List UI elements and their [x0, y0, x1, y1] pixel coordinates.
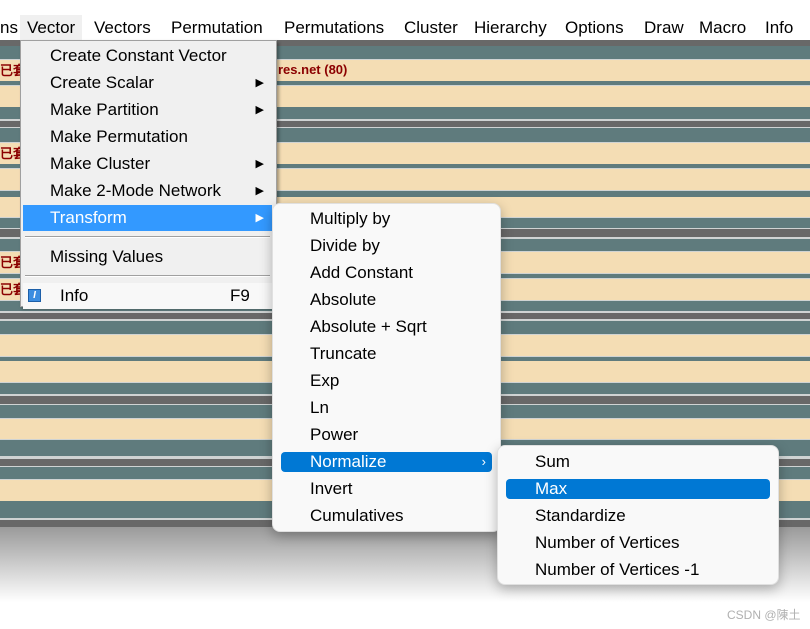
label: Power [310, 425, 359, 444]
menu-permutations[interactable]: Permutations [277, 15, 391, 40]
separator [25, 236, 270, 238]
menu-item-sum[interactable]: Sum [506, 452, 770, 472]
label: Standardize [535, 506, 626, 525]
label: Normalize [310, 452, 387, 471]
label: Missing Values [50, 247, 164, 266]
menu-options[interactable]: Options [558, 15, 631, 40]
chevron-right-icon: › [481, 454, 486, 469]
label: Exp [310, 371, 340, 390]
row-text: res.net (80) [278, 62, 348, 77]
menu-item-create-constant-vector[interactable]: Create Constant Vector [23, 43, 272, 69]
menu-item-ln[interactable]: Ln [281, 398, 492, 418]
menu-item-create-scalar[interactable]: Create Scalar ▶ [23, 70, 272, 96]
label: Create Scalar [50, 73, 154, 92]
menu-item-number-of-vertices[interactable]: Number of Vertices [506, 533, 770, 553]
label: Absolute [310, 290, 377, 309]
label: Divide by [310, 236, 380, 255]
submenu-arrow-icon: ▶ [255, 158, 264, 170]
submenu-arrow-icon: ▶ [255, 212, 264, 224]
menu-permutation[interactable]: Permutation [164, 15, 270, 40]
submenu-arrow-icon: ▶ [255, 104, 264, 116]
menu-draw[interactable]: Draw [637, 15, 691, 40]
menu-item-transform[interactable]: Transform ▶ [23, 205, 272, 231]
menu-vector[interactable]: Vector [20, 15, 83, 40]
menu-item-standardize[interactable]: Standardize [506, 506, 770, 526]
label: Make 2-Mode Network [50, 181, 222, 200]
label: Create Constant Vector [50, 46, 227, 65]
label: Truncate [310, 344, 377, 363]
menu-item-invert[interactable]: Invert [281, 479, 492, 499]
label: Ln [310, 398, 329, 417]
label: Number of Vertices -1 [535, 560, 700, 579]
submenu-arrow-icon: ▶ [255, 77, 264, 89]
menu-item-missing-values[interactable]: Missing Values [23, 244, 272, 270]
label: Info [60, 286, 89, 305]
menu-vectors[interactable]: Vectors [87, 15, 158, 40]
separator [25, 275, 270, 277]
label: Absolute + Sqrt [310, 317, 427, 336]
menu-item-info[interactable]: I Info F9 [23, 283, 272, 309]
transform-submenu: Multiply by Divide by Add Constant Absolute… [272, 203, 501, 532]
menu-item-max[interactable]: Max [506, 479, 770, 499]
menu-item-add-constant[interactable]: Add Constant [281, 263, 492, 283]
label: Make Cluster [50, 154, 151, 173]
menu-item-exp[interactable]: Exp [281, 371, 492, 391]
menu-cluster[interactable]: Cluster [397, 15, 465, 40]
label: Multiply by [310, 209, 391, 228]
menu-item-absolute-sqrt[interactable]: Absolute + Sqrt [281, 317, 492, 337]
menu-macro[interactable]: Macro [692, 15, 753, 40]
label: Number of Vertices [535, 533, 680, 552]
menu-item-number-of-vertices-1[interactable]: Number of Vertices -1 [506, 560, 770, 580]
label: Invert [310, 479, 353, 498]
info-icon: I [28, 289, 41, 302]
submenu-arrow-icon: ▶ [255, 185, 264, 197]
label: Make Partition [50, 100, 159, 119]
label: Sum [535, 452, 570, 471]
shortcut: F9 [230, 286, 250, 305]
menu-item-divide-by[interactable]: Divide by [281, 236, 492, 256]
menu-item-make-cluster[interactable]: Make Cluster ▶ [23, 151, 272, 177]
menu-info[interactable]: Info [758, 15, 800, 40]
watermark: CSDN @陳土 [727, 608, 801, 622]
menu-item-absolute[interactable]: Absolute [281, 290, 492, 310]
label: Add Constant [310, 263, 414, 282]
label: Cumulatives [310, 506, 404, 525]
label: Transform [50, 208, 127, 227]
label: Max [535, 479, 568, 498]
menu-item-normalize[interactable]: Normalize › [281, 452, 492, 472]
menu-item-make-partition[interactable]: Make Partition ▶ [23, 97, 272, 123]
normalize-submenu: Sum Max Standardize Number of Vertices Numbe… [497, 445, 779, 585]
menu-item-cumulatives[interactable]: Cumulatives [281, 506, 492, 526]
label: Make Permutation [50, 127, 188, 146]
menu-item-power[interactable]: Power [281, 425, 492, 445]
menu-item-make-permutation[interactable]: Make Permutation [23, 124, 272, 150]
menu-item-make-2-mode-network[interactable]: Make 2-Mode Network ▶ [23, 178, 272, 204]
menu-item-multiply-by[interactable]: Multiply by [281, 209, 492, 229]
menubar: ns Vector Vectors Permutation Permutations Cl… [0, 0, 810, 40]
menu-hierarchy[interactable]: Hierarchy [467, 15, 554, 40]
vector-menu: Create Constant Vector Create Scalar ▶ Ma… [20, 40, 277, 309]
menu-item-truncate[interactable]: Truncate [281, 344, 492, 364]
